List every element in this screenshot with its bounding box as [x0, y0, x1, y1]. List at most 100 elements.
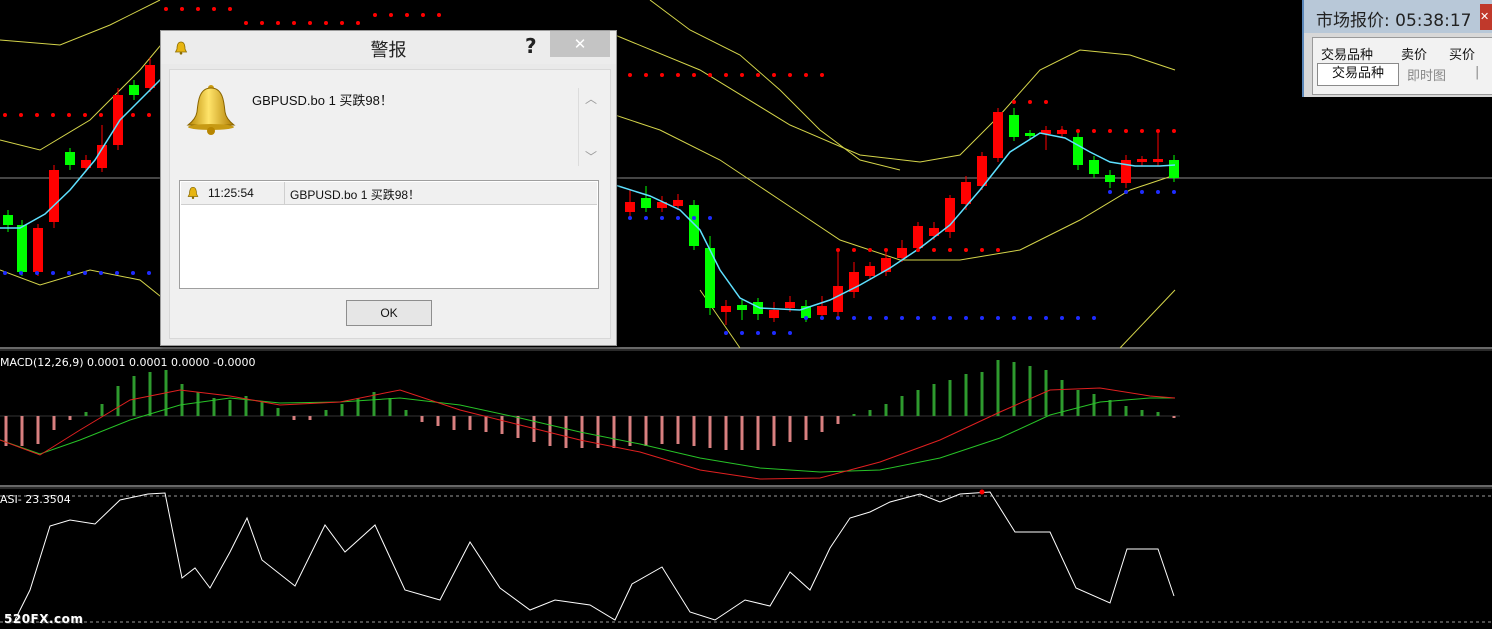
- close-button[interactable]: ✕: [550, 31, 610, 57]
- candle-body: [17, 225, 27, 272]
- column-header-ask[interactable]: 买价: [1449, 44, 1475, 63]
- alert-time: 11:25:54: [208, 186, 254, 200]
- chevron-up-icon[interactable]: ︿: [585, 90, 597, 107]
- market-watch-titlebar[interactable]: 市场报价: 05:38:17 ✕: [1304, 0, 1492, 33]
- alert-row-message: GBPUSD.bo 1 买跌98！: [290, 188, 421, 202]
- macd-histogram-bar: [84, 412, 88, 416]
- help-button[interactable]: ?: [525, 34, 537, 58]
- sar-dot: [1108, 129, 1112, 133]
- alert-message: GBPUSD.bo 1 买跌98！: [252, 93, 393, 108]
- sar-dot: [788, 331, 792, 335]
- candle-body: [1105, 175, 1115, 182]
- candle-body: [1153, 159, 1163, 162]
- bollinger-lower: [1119, 289, 1176, 349]
- sar-dot: [3, 271, 7, 275]
- macd-histogram-bar: [804, 416, 808, 440]
- macd-histogram-bar: [692, 416, 696, 446]
- macd-histogram-bar: [100, 404, 104, 416]
- macd-histogram-bar: [260, 402, 264, 416]
- macd-histogram-bar: [436, 416, 440, 426]
- macd-histogram-bar: [1044, 370, 1048, 416]
- sar-dot: [437, 13, 441, 17]
- alert-dialog: 警报 ? ✕ GBPUSD.bo 1 买跌98！ ︿ ﹀ 11:25:54 GB…: [160, 30, 617, 346]
- macd-histogram-bar: [340, 404, 344, 416]
- sar-dot: [1028, 100, 1032, 104]
- macd-histogram-bar: [996, 360, 1000, 416]
- sar-dot: [1140, 129, 1144, 133]
- sar-dot: [83, 113, 87, 117]
- chevron-down-icon[interactable]: ﹀: [585, 148, 597, 165]
- sar-dot: [756, 331, 760, 335]
- candle-body: [65, 152, 75, 165]
- tab-tick-chart[interactable]: 即时图: [1407, 65, 1446, 84]
- sar-dot: [692, 73, 696, 77]
- macd-histogram-bar: [324, 410, 328, 416]
- macd-histogram-bar: [420, 416, 424, 422]
- sar-dot: [1140, 190, 1144, 194]
- sar-dot: [1124, 190, 1128, 194]
- macd-histogram-bar: [1060, 380, 1064, 416]
- sar-dot: [852, 248, 856, 252]
- sar-dot: [244, 21, 248, 25]
- tab-separator: |: [1475, 65, 1480, 80]
- sar-dot: [628, 73, 632, 77]
- candle-body: [993, 112, 1003, 158]
- sar-dot: [676, 216, 680, 220]
- sar-dot: [772, 73, 776, 77]
- message-scrollbar[interactable]: ︿ ﹀: [578, 88, 603, 166]
- macd-histogram-bar: [772, 416, 776, 446]
- sar-dot: [820, 316, 824, 320]
- tab-symbols[interactable]: 交易品种: [1317, 63, 1399, 86]
- macd-histogram-bar: [404, 410, 408, 416]
- macd-histogram-bar: [1076, 390, 1080, 416]
- list-item[interactable]: 11:25:54 GBPUSD.bo 1 买跌98！: [181, 182, 597, 205]
- sar-dot: [980, 316, 984, 320]
- sar-dot: [708, 216, 712, 220]
- bollinger-lower: [0, 269, 166, 301]
- sar-dot: [628, 216, 632, 220]
- close-icon[interactable]: ✕: [1480, 4, 1492, 30]
- alert-history-list[interactable]: 11:25:54 GBPUSD.bo 1 买跌98！: [179, 180, 599, 289]
- sar-dot: [852, 316, 856, 320]
- macd-histogram-bar: [132, 376, 136, 416]
- sar-dot: [83, 271, 87, 275]
- column-header-bid[interactable]: 卖价: [1401, 44, 1427, 63]
- macd-histogram-bar: [1012, 362, 1016, 416]
- macd-histogram-bar: [916, 390, 920, 416]
- macd-histogram-bar: [516, 416, 520, 438]
- sar-dot: [660, 73, 664, 77]
- macd-histogram-bar: [644, 416, 648, 446]
- macd-histogram-bar: [836, 416, 840, 424]
- sar-dot: [196, 7, 200, 11]
- macd-histogram-bar: [948, 380, 952, 416]
- asi-marker: [979, 489, 985, 495]
- sar-dot: [373, 13, 377, 17]
- sar-dot: [147, 113, 151, 117]
- column-header-symbol[interactable]: 交易品种: [1321, 44, 1373, 63]
- sar-dot: [164, 7, 168, 11]
- sar-dot: [1076, 129, 1080, 133]
- sar-dot: [1156, 190, 1160, 194]
- candle-body: [673, 200, 683, 206]
- candle-body: [33, 228, 43, 272]
- sar-dot: [1108, 190, 1112, 194]
- macd-histogram-bar: [980, 372, 984, 416]
- sar-dot: [308, 21, 312, 25]
- sar-dot: [35, 113, 39, 117]
- sar-dot: [67, 113, 71, 117]
- macd-histogram-bar: [660, 416, 664, 444]
- sar-dot: [676, 73, 680, 77]
- macd-histogram-bar: [708, 416, 712, 448]
- sar-dot: [692, 216, 696, 220]
- sar-dot: [868, 248, 872, 252]
- candle-body: [833, 286, 843, 312]
- column-divider: [284, 182, 285, 204]
- macd-histogram-bar: [868, 410, 872, 416]
- sar-dot: [19, 271, 23, 275]
- sar-dot: [916, 248, 920, 252]
- dialog-titlebar[interactable]: 警报 ? ✕: [161, 31, 616, 64]
- macd-histogram-bar: [116, 386, 120, 416]
- sar-dot: [324, 21, 328, 25]
- sar-dot: [980, 248, 984, 252]
- ok-button[interactable]: OK: [346, 300, 432, 326]
